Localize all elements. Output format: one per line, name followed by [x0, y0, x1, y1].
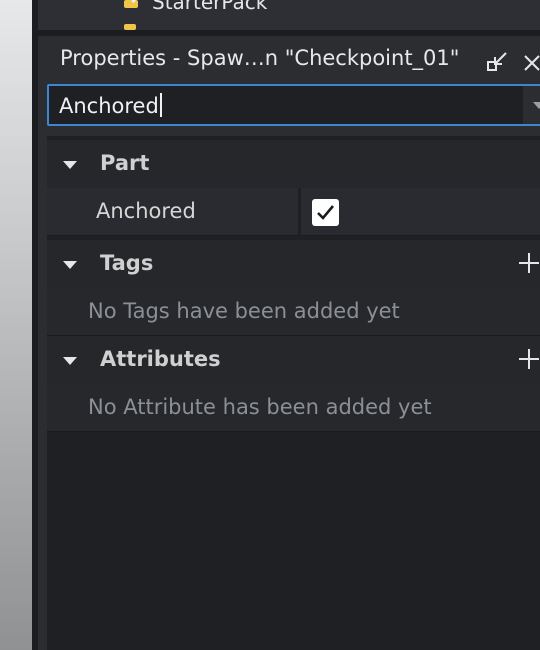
chevron-down-icon	[533, 102, 540, 109]
properties-title-bar: Properties - Spaw…n "Checkpoint_01"	[38, 36, 540, 84]
triangle-down-icon	[63, 261, 77, 269]
empty-message: No Attribute has been added yet	[88, 395, 432, 419]
starterpack-icon	[122, 0, 142, 12]
add-tag-plus-icon[interactable]	[518, 252, 540, 274]
anchored-checkbox[interactable]	[312, 199, 339, 226]
property-filter-value: Anchored	[59, 93, 162, 118]
section-header-tags[interactable]: Tags	[47, 240, 540, 288]
section-title: Tags	[100, 251, 154, 275]
viewport-background	[0, 0, 32, 650]
section-title: Attributes	[100, 347, 221, 371]
property-name: Anchored	[96, 199, 196, 223]
studio-window: StarterPack Properties - Spaw…n "Checkpo…	[0, 0, 540, 650]
add-attribute-plus-icon[interactable]	[518, 348, 540, 370]
section-header-part[interactable]: Part	[47, 140, 540, 188]
property-filter-input[interactable]: Anchored	[47, 84, 540, 126]
attributes-empty-row: No Attribute has been added yet	[47, 384, 540, 432]
checkmark-icon	[317, 205, 334, 220]
text-caret	[159, 93, 162, 117]
empty-message: No Tags have been added yet	[88, 299, 400, 323]
explorer-item-starterpack[interactable]: StarterPack	[122, 0, 267, 16]
explorer-item-label: StarterPack	[152, 0, 268, 14]
properties-content: Part Anchored Tags No Tags have been add…	[47, 136, 540, 650]
property-row-anchored[interactable]: Anchored	[47, 188, 540, 236]
triangle-down-icon	[63, 161, 77, 169]
section-header-attributes[interactable]: Attributes	[47, 336, 540, 384]
column-divider[interactable]	[298, 188, 301, 236]
explorer-panel: StarterPack	[38, 0, 540, 30]
section-title: Part	[100, 151, 150, 175]
dock-icon[interactable]	[486, 51, 508, 73]
close-icon[interactable]	[522, 53, 540, 73]
properties-title: Properties - Spaw…n "Checkpoint_01"	[60, 46, 460, 70]
properties-panel: Properties - Spaw…n "Checkpoint_01" Anch…	[38, 36, 540, 650]
triangle-down-icon	[63, 357, 77, 365]
filter-dropdown-button[interactable]	[523, 86, 540, 124]
tags-empty-row: No Tags have been added yet	[47, 288, 540, 336]
